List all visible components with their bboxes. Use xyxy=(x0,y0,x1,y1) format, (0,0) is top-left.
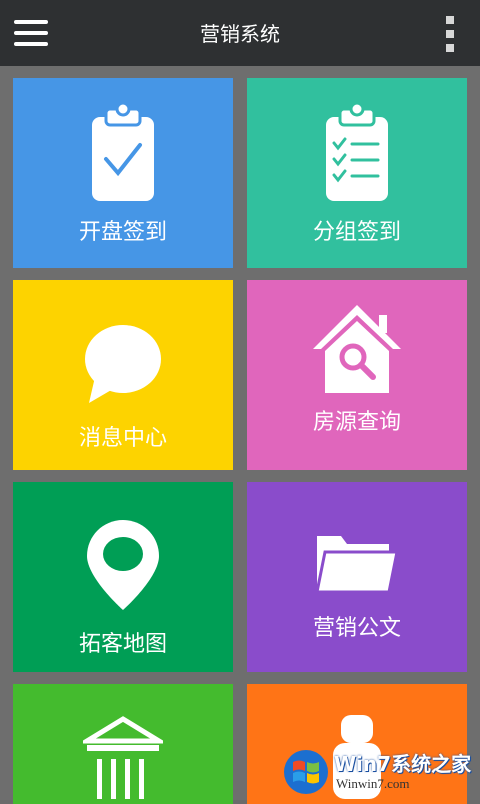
watermark-url: Winwin7.com xyxy=(336,776,410,791)
map-pin-icon xyxy=(13,510,233,620)
tile-label: 营销公文 xyxy=(312,616,401,641)
tile-label: 开盘签到 xyxy=(78,220,167,245)
clipboard-check-icon xyxy=(13,98,233,208)
house-search-icon xyxy=(247,292,467,402)
speech-bubble-icon xyxy=(13,310,233,420)
tile-label: 拓客地图 xyxy=(78,632,167,657)
clipboard-list-icon xyxy=(247,98,467,208)
tile-customer-map[interactable]: 拓客地图 xyxy=(13,482,233,672)
windows-logo-icon xyxy=(284,750,328,794)
tile-label: 分组签到 xyxy=(312,220,401,245)
tile-label: 消息中心 xyxy=(78,426,167,451)
tile-property-search[interactable]: 房源查询 xyxy=(247,280,467,470)
tile-building[interactable] xyxy=(13,684,233,804)
tile-marketing-documents[interactable]: 营销公文 xyxy=(247,482,467,672)
watermark-name: Win7系统之家 xyxy=(334,752,472,776)
folder-icon xyxy=(247,508,467,618)
watermark: Win7系统之家 Winwin7.com xyxy=(280,744,476,798)
tile-message-center[interactable]: 消息中心 xyxy=(13,280,233,470)
tile-label: 房源查询 xyxy=(312,410,401,435)
page-title: 营销系统 xyxy=(200,22,280,46)
building-icon xyxy=(13,716,233,799)
tile-group-checkin[interactable]: 分组签到 xyxy=(247,78,467,268)
tile-opening-checkin[interactable]: 开盘签到 xyxy=(13,78,233,268)
app-header: 营销系统 xyxy=(0,0,480,66)
tile-grid: 开盘签到 分组签到 消息中心 房源查询 拓客地图 营销公文 xyxy=(0,66,480,804)
more-options-button[interactable] xyxy=(440,14,460,54)
